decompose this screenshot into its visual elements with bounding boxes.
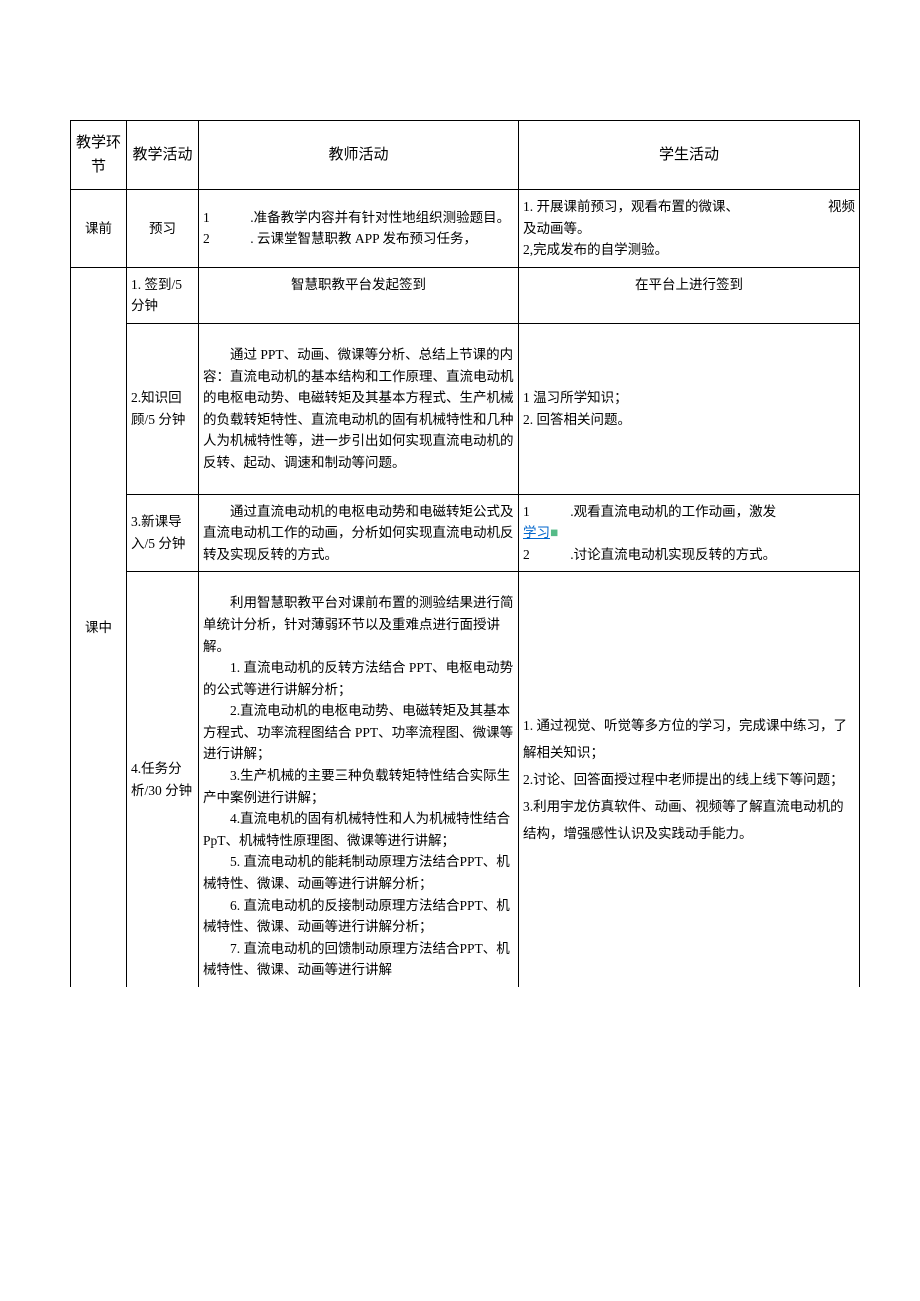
teacher-line: 利用智慧职教平台对课前布置的测验结果进行简单统计分析，针对薄弱环节以及重难点进行… xyxy=(203,592,514,657)
table-row: 课前 预习 1 .准备教学内容并有针对性地组织测验题目。 2 . 云课堂智慧职教… xyxy=(71,190,860,268)
teacher-cell-review: 通过 PPT、动画、微课等分析、总结上节课的内容：直流电动机的基本结构和工作原理… xyxy=(199,323,519,494)
table-row: 2.知识回顾/5 分钟 通过 PPT、动画、微课等分析、总结上节课的内容：直流电… xyxy=(71,323,860,494)
student-line: 1 温习所学知识； xyxy=(523,387,855,409)
student-cell-signin: 在平台上进行签到 xyxy=(519,267,860,323)
student-line: 3.利用宇龙仿真软件、动画、视频等了解直流电动机的结构，增强感性认识及实践动手能… xyxy=(523,793,855,847)
activity-task-analysis: 4.任务分析/30 分钟 xyxy=(127,572,199,987)
student-line-right: 视频 xyxy=(822,196,855,218)
teacher-line: 6. 直流电动机的反接制动原理方法结合PPT、机械特性、微课、动画等进行讲解分析… xyxy=(203,895,514,938)
teacher-line: 1 .准备教学内容并有针对性地组织测验题目。 xyxy=(203,207,514,229)
study-link[interactable]: 学习 xyxy=(523,525,550,540)
student-line: 2 .讨论直流电动机实现反转的方式。 xyxy=(523,544,855,566)
student-line: 2. 回答相关问题。 xyxy=(523,409,855,431)
student-line: 1. 开展课前预习，观看布置的微课、 xyxy=(523,196,822,218)
student-cell-intro: 1 .观看直流电动机的工作动画，激发 学习■ 2 .讨论直流电动机实现反转的方式… xyxy=(519,494,860,572)
teacher-line: 3.生产机械的主要三种负载转矩特性结合实际生产中案例进行讲解； xyxy=(203,765,514,808)
table-header-row: 教学环节 教学活动 教师活动 学生活动 xyxy=(71,121,860,190)
student-link-line: 学习■ xyxy=(523,522,855,544)
lesson-plan-table: 教学环节 教学活动 教师活动 学生活动 课前 预习 1 .准备教学内容并有针对性… xyxy=(70,120,860,987)
student-cell-preview: 1. 开展课前预习，观看布置的微课、 及动画等。 视频 2,完成发布的自学测验。 xyxy=(519,190,860,268)
table-row: 课中 1. 签到/5分钟 智慧职教平台发起签到 在平台上进行签到 xyxy=(71,267,860,323)
activity-intro: 3.新课导入/5 分钟 xyxy=(127,494,199,572)
table-row: 3.新课导入/5 分钟 通过直流电动机的电枢电动势和电磁转矩公式及直流电动机工作… xyxy=(71,494,860,572)
teacher-cell-intro: 通过直流电动机的电枢电动势和电磁转矩公式及直流电动机工作的动画，分析如何实现直流… xyxy=(199,494,519,572)
student-cell-task: 1. 通过视觉、听觉等多方位的学习，完成课中练习，了解相关知识； 2.讨论、回答… xyxy=(519,572,860,987)
activity-review: 2.知识回顾/5 分钟 xyxy=(127,323,199,494)
teacher-line: 2.直流电动机的电枢电动势、电磁转矩及其基本方程式、功率流程图结合 PPT、功率… xyxy=(203,700,514,765)
student-line: 2.讨论、回答面授过程中老师提出的线上线下等问题； xyxy=(523,766,855,793)
phase-in-class: 课中 xyxy=(71,267,127,987)
header-activity: 教学活动 xyxy=(127,121,199,190)
teacher-cell-task: 利用智慧职教平台对课前布置的测验结果进行简单统计分析，针对薄弱环节以及重难点进行… xyxy=(199,572,519,987)
activity-signin: 1. 签到/5分钟 xyxy=(127,267,199,323)
phase-pre-class: 课前 xyxy=(71,190,127,268)
teacher-line: 5. 直流电动机的能耗制动原理方法结合PPT、机械特性、微课、动画等进行讲解分析… xyxy=(203,851,514,894)
teacher-line: 通过 PPT、动画、微课等分析、总结上节课的内容：直流电动机的基本结构和工作原理… xyxy=(203,344,514,474)
student-line: 及动画等。 xyxy=(523,218,822,240)
teacher-line: 1. 直流电动机的反转方法结合 PPT、电枢电动势的公式等进行讲解分析； xyxy=(203,657,514,700)
teacher-cell-signin: 智慧职教平台发起签到 xyxy=(199,267,519,323)
header-phase: 教学环节 xyxy=(71,121,127,190)
teacher-line: 7. 直流电动机的回馈制动原理方法结合PPT、机械特性、微课、动画等进行讲解 xyxy=(203,938,514,981)
teacher-line: 4.直流电机的固有机械特性和人为机械特性结合 PpT、机械特性原理图、微课等进行… xyxy=(203,808,514,851)
link-marker-icon: ■ xyxy=(550,525,558,540)
teacher-line: 2 . 云课堂智慧职教 APP 发布预习任务， xyxy=(203,228,514,250)
header-teacher: 教师活动 xyxy=(199,121,519,190)
teacher-cell-preview: 1 .准备教学内容并有针对性地组织测验题目。 2 . 云课堂智慧职教 APP 发… xyxy=(199,190,519,268)
student-line: 1 .观看直流电动机的工作动画，激发 xyxy=(523,501,855,523)
table-row: 4.任务分析/30 分钟 利用智慧职教平台对课前布置的测验结果进行简单统计分析，… xyxy=(71,572,860,987)
student-cell-review: 1 温习所学知识； 2. 回答相关问题。 xyxy=(519,323,860,494)
student-line: 2,完成发布的自学测验。 xyxy=(523,239,855,261)
student-line: 1. 通过视觉、听觉等多方位的学习，完成课中练习，了解相关知识； xyxy=(523,712,855,766)
teacher-line: 通过直流电动机的电枢电动势和电磁转矩公式及直流电动机工作的动画，分析如何实现直流… xyxy=(203,501,514,566)
header-student: 学生活动 xyxy=(519,121,860,190)
activity-preview: 预习 xyxy=(127,190,199,268)
